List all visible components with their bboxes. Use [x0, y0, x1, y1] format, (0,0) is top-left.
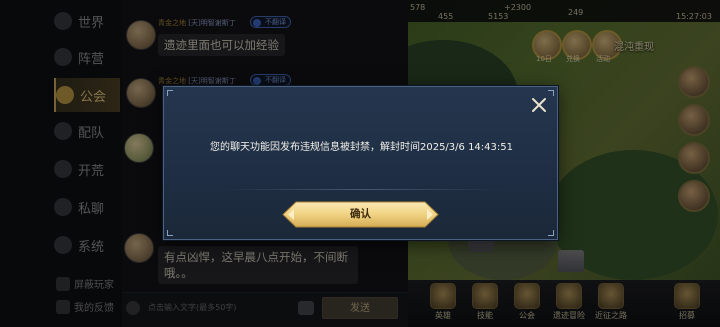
corner-ornament: [167, 230, 173, 236]
confirm-button[interactable]: 确认: [282, 201, 439, 228]
ban-message: 您的聊天功能因发布违规信息被封禁，解封时间2025/3/6 14:43:51: [209, 142, 513, 153]
corner-ornament: [548, 230, 554, 236]
close-button[interactable]: [529, 95, 549, 115]
confirm-label: 确认: [350, 208, 371, 220]
ban-notice-dialog: 您的聊天功能因发布违规信息被封禁，解封时间2025/3/6 14:43:51 确…: [163, 86, 558, 240]
divider: [220, 189, 503, 190]
close-icon: [532, 98, 546, 112]
corner-ornament: [167, 90, 173, 96]
